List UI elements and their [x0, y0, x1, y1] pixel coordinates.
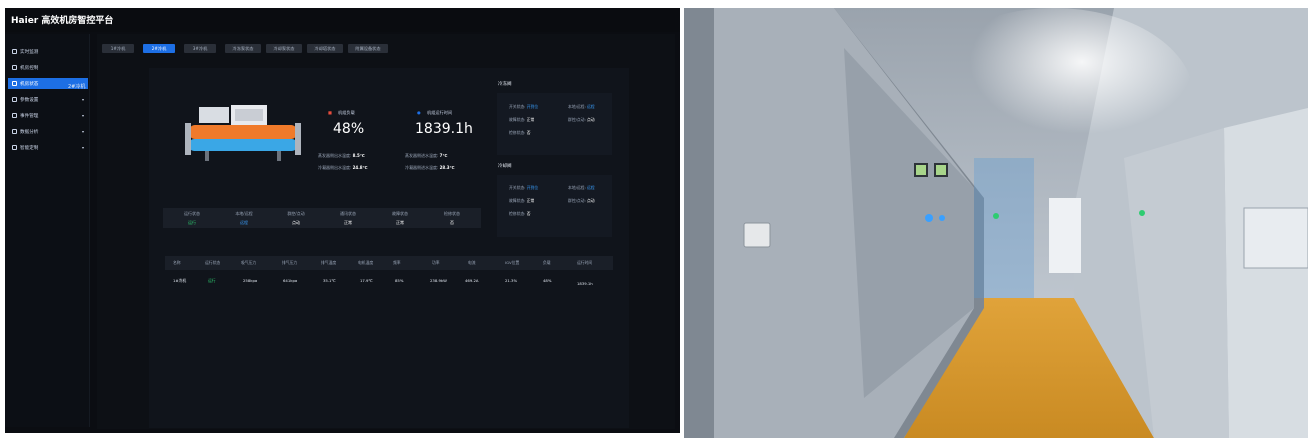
tab-aux-equipment[interactable]: 附属设备状态	[348, 44, 388, 53]
analysis-icon	[12, 129, 17, 134]
table-header-cell: 频率	[393, 260, 401, 265]
chevron-down-icon: ▾	[81, 113, 84, 118]
load-value: 48%	[333, 121, 365, 137]
valve-chilled-repair: 检修状态: 否	[509, 130, 531, 135]
table-cell: 469.2A	[465, 278, 479, 283]
cond-in-temp: 冷凝器侧进水温度: 28.3℃	[405, 165, 455, 170]
monitor-icon	[12, 49, 17, 54]
load-icon: ■	[328, 110, 332, 115]
state-comm: 通讯状态 正常	[319, 208, 377, 228]
state-fault: 故障状态 正常	[371, 208, 429, 228]
top-bar: Haier 高效机房智控平台	[5, 8, 680, 32]
table-header-cell: 运行状态	[205, 260, 221, 265]
tab-chiller-3[interactable]: 3#冷机	[184, 44, 216, 53]
table-cell: 238.9kW	[430, 278, 447, 283]
table-cell: 1839.1h	[577, 281, 593, 286]
table-header-cell: 名称	[173, 260, 181, 265]
table-header-cell: 功率	[432, 260, 440, 265]
table-cell: 85%	[395, 278, 404, 283]
table-header-cell: 电机温度	[358, 260, 374, 265]
unit-title: 2#冷机	[68, 84, 86, 90]
valve-cooling-group: 群控/点动: 点动	[568, 198, 595, 203]
valve-cooling-switch: 开关状态: 开到位	[509, 185, 539, 190]
table-cell: 258kpa	[243, 278, 258, 283]
state-run: 运行状态 运行	[163, 208, 221, 228]
valve-chilled-fault: 故障状态: 正常	[509, 117, 535, 122]
table-header: 名称 运行状态 吸气压力 排气压力 排气温度 电机温度 频率 功率 电流 IGV…	[165, 256, 613, 270]
sidebar-item-label: 事件管理	[20, 113, 39, 119]
sidebar-item-label: 智能定制	[20, 145, 39, 151]
sidebar-item-settings[interactable]: 参数设置 ▾	[8, 94, 88, 105]
sidebar-item-events[interactable]: 事件管理 ▾	[8, 110, 88, 121]
tab-cooling-pump[interactable]: 冷却泵状态	[266, 44, 302, 53]
sidebar-item-label: 机房控制	[20, 65, 39, 71]
event-icon	[12, 113, 17, 118]
sidebar-item-label: 实时监测	[20, 49, 39, 55]
cond-out-temp: 冷凝器侧出水温度: 24.8℃	[318, 165, 368, 170]
runtime-label: 机组运行时间	[427, 110, 453, 115]
table-cell: 35.1℃	[323, 278, 336, 283]
tab-chiller-1[interactable]: 1#冷机	[102, 44, 134, 53]
valve-chilled-card	[497, 93, 612, 155]
state-repair: 检修状态 否	[423, 208, 481, 228]
valve-chilled-local: 本地/远程: 远程	[568, 104, 595, 109]
valve-cooling-repair: 检修状态: 否	[509, 211, 531, 216]
table-cell: 1#冷机	[173, 278, 187, 283]
valve-chilled-group: 群控/点动: 点动	[568, 117, 595, 122]
sidebar-item-label: 数据分析	[20, 129, 39, 135]
custom-icon	[12, 145, 17, 150]
table-cell: 17.9℃	[360, 278, 373, 283]
clock-icon: ●	[417, 110, 421, 115]
sidebar-item-label: 机房状态	[20, 81, 39, 87]
table-cell: 21.3%	[505, 278, 518, 283]
sidebar: 实时监测 机房控制 机房状态 参数设置 ▾ 事件管理 ▾ 数据分析 ▾ 智能定制	[5, 34, 90, 427]
valve-cooling-local: 本地/远程: 远程	[568, 185, 595, 190]
state-group-manual: 群控/点动 点动	[267, 208, 325, 228]
sidebar-item-label: 参数设置	[20, 97, 39, 103]
valve-cooling-fault: 故障状态: 正常	[509, 198, 535, 203]
table-cell: 641kpa	[283, 278, 298, 283]
table-header-cell: 排气压力	[282, 260, 298, 265]
sidebar-item-monitor[interactable]: 实时监测	[8, 46, 88, 57]
chevron-down-icon: ▾	[81, 129, 84, 134]
table-header-cell: IGV位置	[505, 260, 520, 265]
control-icon	[12, 65, 17, 70]
dashboard-panel: Haier 高效机房智控平台 实时监测 机房控制 机房状态 参数设置 ▾ 事件管…	[5, 8, 680, 433]
settings-icon	[12, 97, 17, 102]
evap-out-temp: 蒸发器侧出水温度: 8.5℃	[318, 153, 365, 158]
valve-cooling-title: 冷却阀	[498, 164, 512, 169]
table-header-cell: 吸气压力	[241, 260, 257, 265]
tab-cooling-tower[interactable]: 冷却塔状态	[307, 44, 343, 53]
state-local-remote: 本地/远程 远程	[215, 208, 273, 228]
load-label: 机组负载	[338, 110, 355, 115]
chevron-down-icon: ▾	[81, 145, 84, 150]
sidebar-item-control[interactable]: 机房控制	[8, 62, 88, 73]
table-cell: 48%	[543, 278, 552, 283]
valve-chilled-switch: 开关状态: 开到位	[509, 104, 539, 109]
tab-chiller-2[interactable]: 2#冷机	[143, 44, 175, 53]
valve-chilled-title: 冷冻阀	[498, 82, 512, 87]
sidebar-item-analysis[interactable]: 数据分析 ▾	[8, 126, 88, 137]
sidebar-item-custom[interactable]: 智能定制 ▾	[8, 142, 88, 153]
table-header-cell: 负载	[543, 260, 551, 265]
status-icon	[12, 81, 17, 86]
table-cell: 运行	[208, 278, 216, 283]
table-header-cell: 排气温度	[321, 260, 337, 265]
tab-chilled-pump[interactable]: 冷冻泵状态	[225, 44, 261, 53]
table-header-cell: 运行时间	[577, 260, 593, 265]
chevron-down-icon: ▾	[81, 97, 84, 102]
evap-in-temp: 蒸发器侧进水温度: 7℃	[405, 153, 448, 158]
table-header-cell: 电流	[468, 260, 476, 265]
runtime-value: 1839.1h	[415, 121, 473, 137]
chiller-illustration	[185, 105, 301, 161]
equipment-room-photo	[684, 8, 1308, 438]
app-title: Haier 高效机房智控平台	[11, 16, 114, 26]
